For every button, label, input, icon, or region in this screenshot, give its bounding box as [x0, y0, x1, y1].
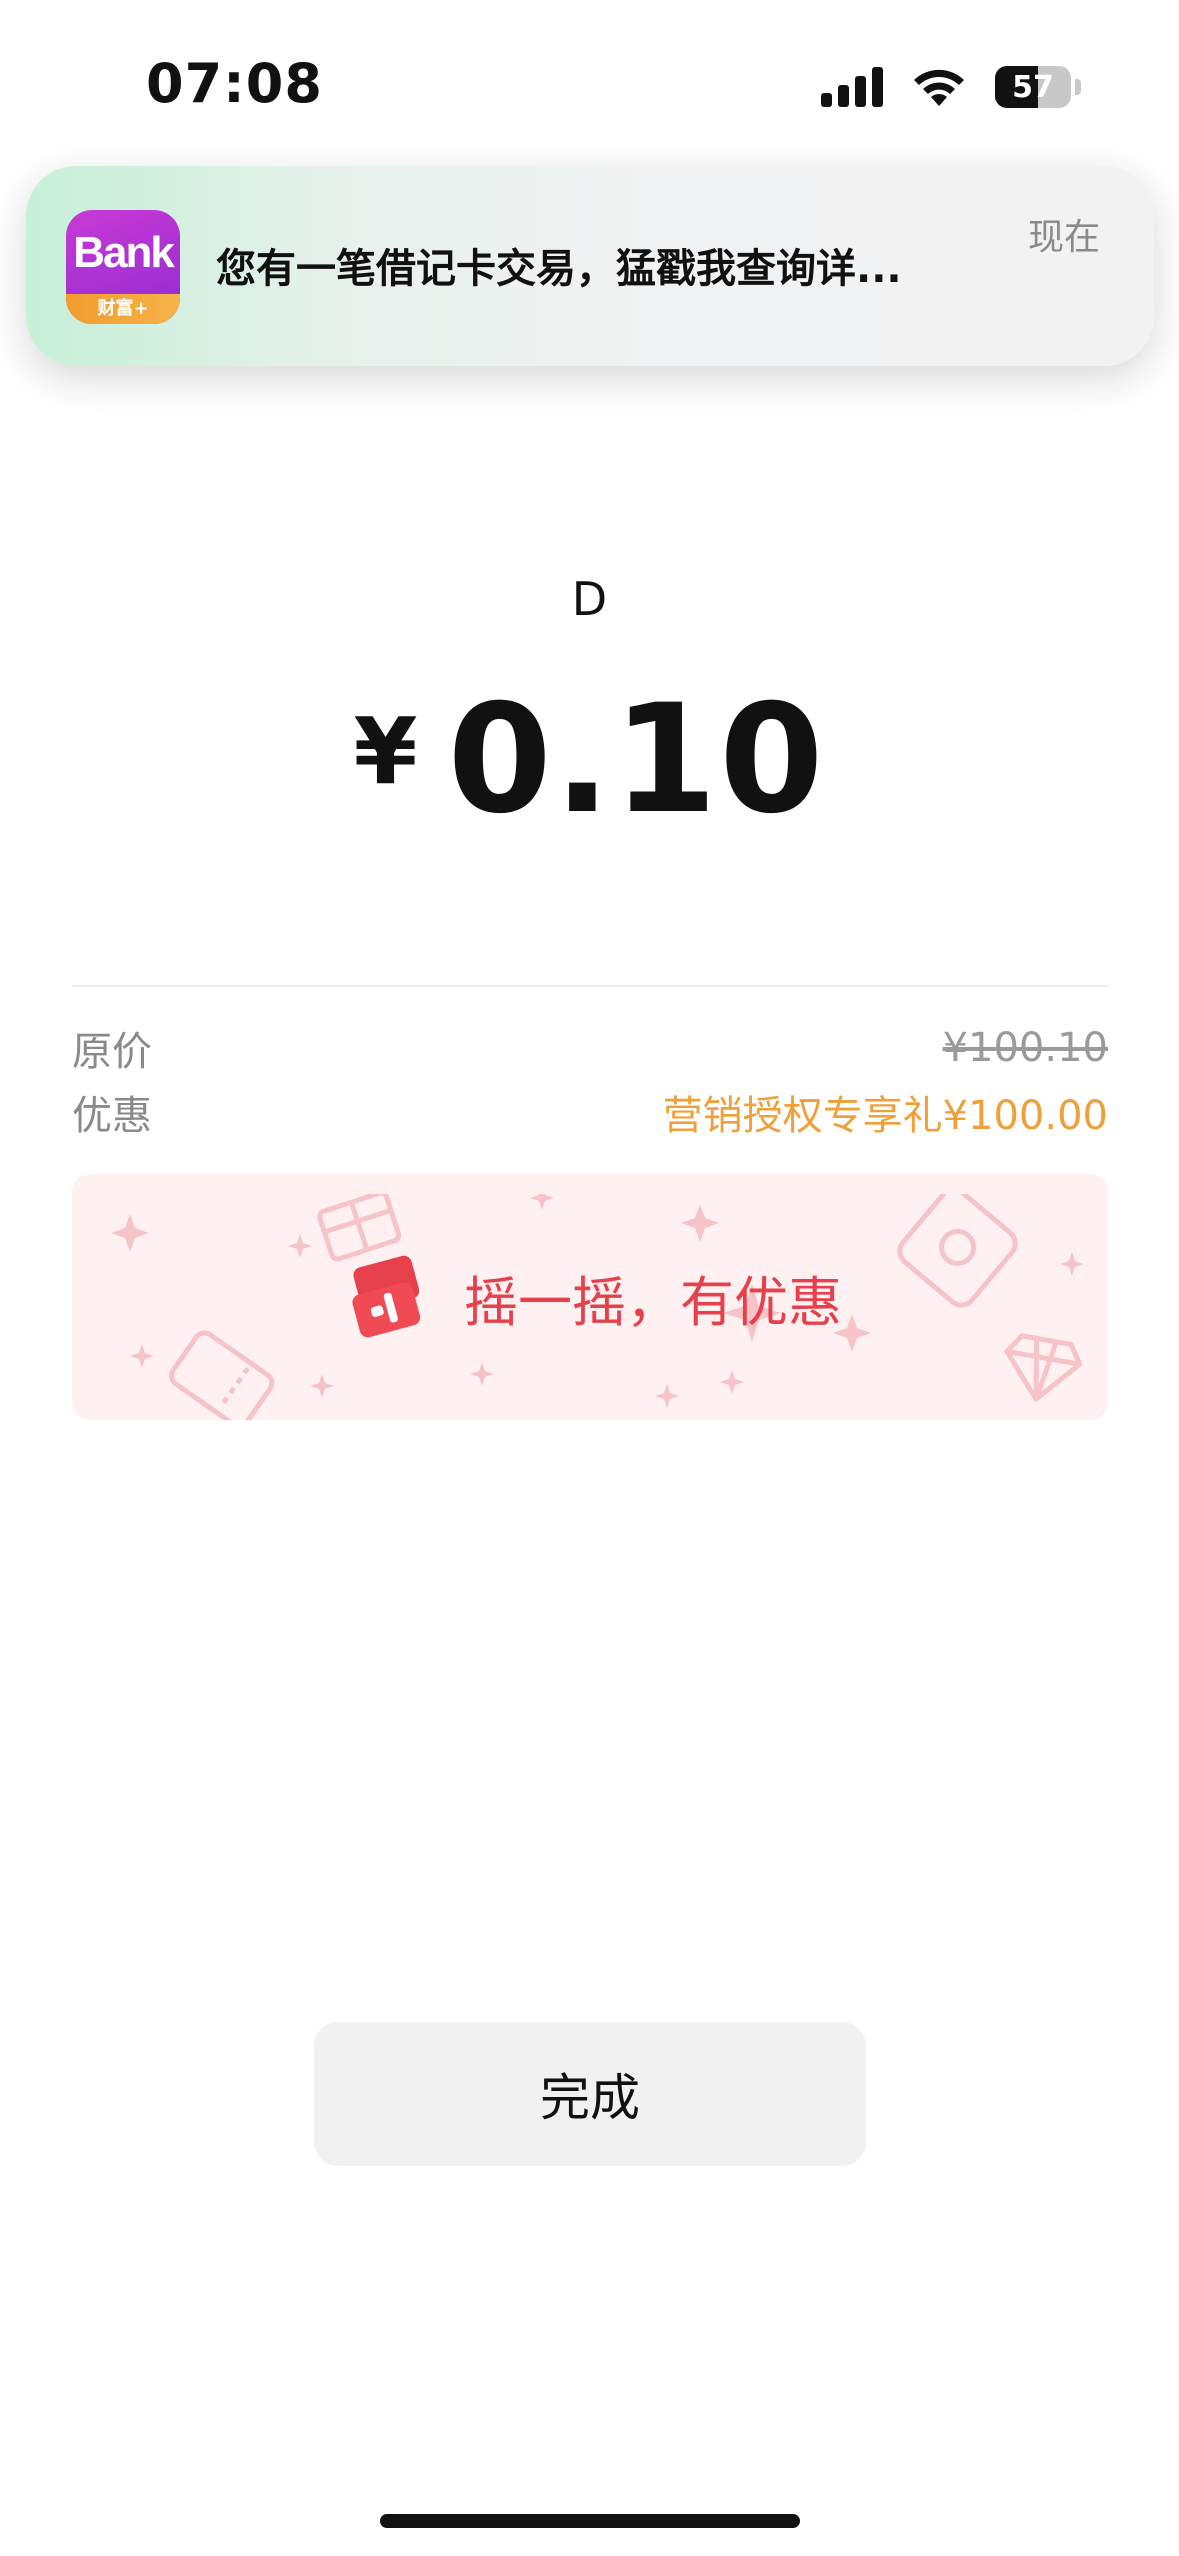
battery-cap: [1075, 79, 1081, 95]
shake-coupon-icon: [352, 1255, 421, 1338]
divider: [72, 985, 1108, 987]
battery-body: 57: [995, 66, 1071, 108]
app-icon-brand: Bank: [73, 228, 175, 277]
battery-icon: 57: [995, 66, 1081, 108]
original-price-row: 原价 ¥100.10: [72, 1020, 1108, 1076]
wifi-icon: [914, 69, 964, 106]
original-price-label: 原价: [72, 1029, 152, 1075]
bank-app-icon: Bank 财富+: [66, 210, 180, 324]
shake-promo-banner[interactable]: 摇一摇，有优惠: [72, 1174, 1108, 1420]
payment-amount: 0.10: [447, 673, 826, 847]
done-button[interactable]: 完成: [314, 2022, 866, 2166]
notification-time: 现在: [1027, 217, 1100, 258]
shake-promo-text: 摇一摇，有优惠: [464, 1270, 842, 1334]
payment-result-screen: 07:08 57 Bank 财富+ 您有一笔借记卡交易，猛戳我查询详... 现在…: [0, 0, 1179, 2556]
status-bar: 07:08 57: [0, 0, 1179, 170]
status-icons: 57: [821, 62, 1081, 112]
notification-banner[interactable]: Bank 财富+ 您有一笔借记卡交易，猛戳我查询详... 现在: [26, 166, 1154, 366]
merchant-name: D: [571, 572, 608, 626]
home-indicator[interactable]: [380, 2514, 800, 2528]
app-icon-label: 财富+: [66, 294, 180, 324]
notification-message: 您有一笔借记卡交易，猛戳我查询详...: [216, 246, 902, 292]
discount-label: 优惠: [72, 1093, 152, 1139]
amount-row: ¥ 0.10: [0, 680, 1179, 840]
currency-symbol: ¥: [353, 698, 418, 805]
original-price-value: ¥100.10: [942, 1025, 1108, 1071]
discount-value: 营销授权专享礼¥100.00: [662, 1093, 1108, 1139]
battery-percentage: 57: [1012, 69, 1054, 105]
discount-row: 优惠 营销授权专享礼¥100.00: [72, 1084, 1108, 1140]
status-time: 07:08: [146, 52, 323, 115]
shake-promo-content: 摇一摇，有优惠: [72, 1174, 1108, 1420]
signal-icon: [821, 67, 883, 107]
